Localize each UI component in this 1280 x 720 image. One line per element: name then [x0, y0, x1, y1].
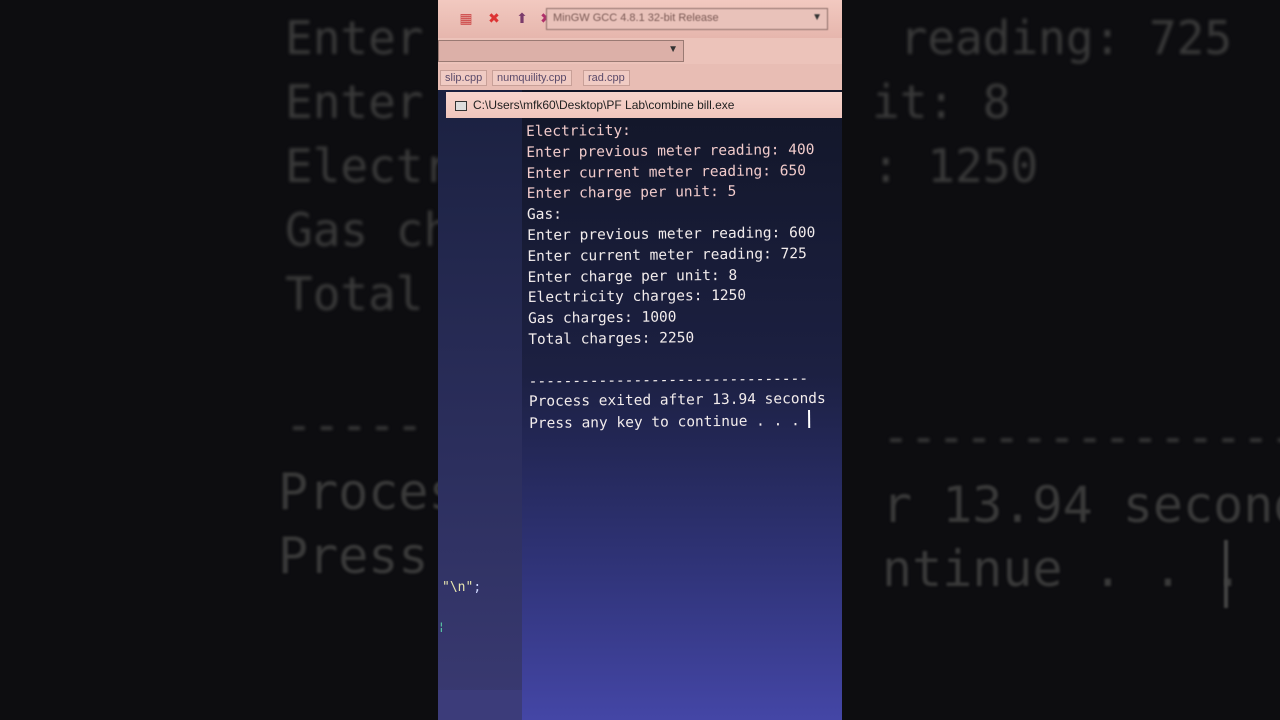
tab-rad[interactable]: rad.cpp	[583, 70, 630, 86]
console-titlebar[interactable]: C:\Users\mfk60\Desktop\PF Lab\combine bi…	[446, 92, 842, 118]
console-line: Gas charges: 1000	[527, 309, 677, 328]
background-right-text: reading: 725 it: 8 : 1250	[872, 11, 1233, 193]
console-line: Enter previous meter reading: 400	[526, 141, 815, 161]
console-line: Process exited after 13.94 seconds	[528, 391, 826, 411]
console-line: Enter charge per unit: 5	[526, 184, 737, 203]
console-title-text: C:\Users\mfk60\Desktop\PF Lab\combine bi…	[473, 98, 735, 112]
background-left-bottom: Proces Press	[278, 463, 438, 585]
screen-photo: ▦ ✖ ⬆ ✖ MinGW GCC 4.8.1 32-bit Release ▼…	[438, 0, 842, 720]
status-strip	[438, 690, 522, 720]
console-line: Gas:	[526, 206, 562, 224]
console-line: Enter charge per unit: 8	[527, 267, 738, 286]
ide-toolbar-row2: ▼	[438, 38, 842, 64]
background-left-text: Enter Enter Electr Gas ch Total	[285, 11, 438, 321]
tab-numquility[interactable]: numquility.cpp	[492, 70, 572, 86]
tab-slip[interactable]: slip.cpp	[440, 70, 488, 86]
console-line: Enter current meter reading: 725	[527, 245, 807, 265]
console-line: Total charges: 2250	[528, 330, 695, 348]
ide-toolbar: ▦ ✖ ⬆ ✖ MinGW GCC 4.8.1 32-bit Release ▼	[438, 0, 842, 38]
console-line: Enter current meter reading: 650	[526, 162, 806, 182]
chevron-down-icon: ▼	[668, 44, 678, 55]
console-line: Press any key to continue . . .	[529, 413, 809, 433]
background-cursor	[1224, 540, 1228, 608]
code-editor[interactable]	[438, 90, 530, 720]
console-app-icon	[455, 100, 467, 111]
console-line: Electricity:	[526, 122, 631, 140]
chevron-down-icon: ▼	[812, 12, 822, 23]
console-line: Enter previous meter reading: 600	[527, 224, 816, 244]
text-cursor	[808, 410, 811, 429]
console-output: Electricity: Enter previous meter readin…	[526, 119, 842, 435]
grid-icon[interactable]: ▦	[458, 10, 474, 26]
code-fold-marker: ¦	[438, 620, 445, 633]
code-snippet: "\n";	[442, 580, 482, 595]
console-separator: --------------------------------	[528, 370, 809, 390]
file-tabbar: slip.cpp numquility.cpp rad.cpp	[438, 64, 842, 90]
console-line: Electricity charges: 1250	[527, 288, 747, 307]
function-select[interactable]: ▼	[438, 40, 684, 62]
background-left-dashes: -----	[285, 398, 424, 452]
background-right-dashes: ---------------	[882, 410, 1280, 464]
stop-icon[interactable]: ✖	[486, 10, 502, 26]
background-left: Enter Enter Electr Gas ch Total ----- Pr…	[0, 0, 438, 720]
debug-icon[interactable]: ⬆	[514, 10, 530, 26]
compiler-select[interactable]: MinGW GCC 4.8.1 32-bit Release ▼	[546, 8, 828, 30]
compiler-select-value: MinGW GCC 4.8.1 32-bit Release	[553, 12, 719, 24]
background-right: reading: 725 it: 8 : 1250 --------------…	[842, 0, 1280, 720]
background-right-bottom: r 13.94 seconds ntinue . . .	[882, 476, 1280, 598]
